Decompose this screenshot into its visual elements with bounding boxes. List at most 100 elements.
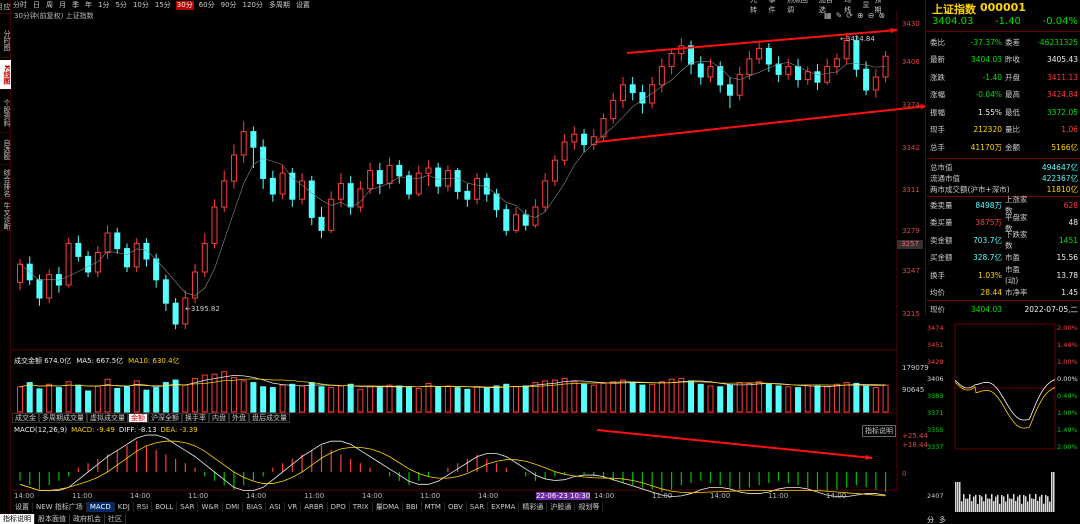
quote-panel: 上证指数 000001 3404.03 -1.40 -0.04% 委比 -37.3… <box>925 0 1080 315</box>
indicator-tab-21[interactable]: 精彩通 <box>519 501 548 512</box>
subtab-5[interactable]: 换手率 <box>182 413 209 423</box>
indicator-help-button[interactable]: 指标说明 <box>862 425 896 437</box>
volume-bar <box>162 382 169 413</box>
price-axis-label: 3311 <box>902 186 920 194</box>
volume-bar <box>55 387 62 413</box>
indicator-tab-20[interactable]: EXPMA <box>488 501 520 512</box>
indicator-tab-13[interactable]: DPO <box>328 501 350 512</box>
mini-axis-label: 1.00% <box>1057 409 1078 417</box>
indicator-tab-0[interactable]: 设置 <box>12 501 33 512</box>
volume-bar <box>299 385 306 413</box>
indicator-tab-10[interactable]: ASI <box>266 501 285 512</box>
status-tab-3[interactable]: 社区 <box>105 513 126 524</box>
mini-vol-bar <box>961 501 963 512</box>
period-11[interactable]: 60分 <box>198 1 216 10</box>
period-4[interactable]: 季 <box>71 1 80 10</box>
period-1[interactable]: 日 <box>32 1 41 10</box>
mini-intraday-chart[interactable]: 3474 3451 3429 3406 3383 3371 3355 3337 2.00% 1.4… <box>925 320 1080 524</box>
volume-bar <box>85 390 92 413</box>
subtab-1[interactable]: 多周期成交量 <box>39 413 87 423</box>
quote-row: 委买量 3875万 平盘家数 48 <box>930 213 1078 233</box>
candle <box>85 255 92 273</box>
candle <box>726 84 733 96</box>
period-3[interactable]: 月 <box>58 1 67 10</box>
subtab-0[interactable]: 成交金 <box>12 413 39 423</box>
subtab-4[interactable]: 沪深全额 <box>148 413 182 423</box>
time-axis-label: 14:00 <box>826 492 847 500</box>
indicator-tab-5[interactable]: BOLL <box>152 501 178 512</box>
period-12[interactable]: 90分 <box>220 1 238 10</box>
quote-label: 金额 <box>1005 142 1020 152</box>
indicator-tab-8[interactable]: DMI <box>223 501 244 512</box>
indicator-tab-3[interactable]: KDJ <box>115 501 134 512</box>
subtab-6[interactable]: 内盘 <box>209 413 229 423</box>
status-tab-0[interactable]: 指标说明 <box>0 513 35 524</box>
indicator-tab-11[interactable]: VR <box>285 501 302 512</box>
candle <box>824 66 831 83</box>
period-9[interactable]: 15分 <box>154 1 172 10</box>
sidebar-item-timeshare[interactable]: 分时图 <box>0 24 11 58</box>
sidebar-item-apps[interactable]: 应用 <box>0 0 11 14</box>
now-value: 3404.03 <box>970 304 1002 314</box>
indicator-tab-15[interactable]: 量DMA <box>373 501 403 512</box>
period-14[interactable]: 多周期 <box>268 1 291 10</box>
indicator-tab-9[interactable]: BIAS <box>243 501 267 512</box>
volume-bar <box>250 382 257 413</box>
candle <box>201 242 208 273</box>
indicator-tab-1[interactable]: NEW 指标广场 <box>33 501 87 512</box>
indicator-tab-12[interactable]: ARBR <box>301 501 328 512</box>
status-tab-1[interactable]: 股本面值 <box>35 513 70 524</box>
subtab-7[interactable]: 外盘 <box>229 413 249 423</box>
mini-vol-bar <box>1007 494 1009 512</box>
period-15[interactable]: 设置 <box>295 1 311 10</box>
volume-bar <box>425 382 432 413</box>
mini-avg-line <box>954 381 1056 429</box>
quote-row: 均价 28.44 市净率 1.45 <box>930 287 1078 299</box>
indicator-tab-14[interactable]: TRIX <box>350 501 373 512</box>
sidebar-item-watchlist[interactable]: 自选股 <box>0 135 11 165</box>
period-8[interactable]: 10分 <box>132 1 150 10</box>
volume-bar <box>104 378 111 413</box>
quote-label: 买金额 <box>930 253 953 262</box>
period-10[interactable]: 30分 <box>175 0 194 10</box>
indicator-tab-7[interactable]: W&R <box>198 501 223 512</box>
subtab-2[interactable]: 虚拟成交量 <box>87 413 128 423</box>
subtab-8[interactable]: 盘后成交量 <box>249 413 290 423</box>
toolbar-item-5[interactable]: 显 <box>863 0 870 10</box>
volume-bar <box>600 382 607 413</box>
sidebar-item-ranking[interactable]: 综合排名 <box>0 167 11 199</box>
candle <box>474 177 481 200</box>
indicator-tab-16[interactable]: BBI <box>403 501 422 512</box>
quote-value: 1.55% <box>978 107 1002 117</box>
sidebar-item-kline[interactable]: K线图 <box>0 60 11 90</box>
indicator-tab-19[interactable]: SAR <box>467 501 489 512</box>
status-tab-2[interactable]: 政府机会 <box>70 513 105 524</box>
indicator-tab-17[interactable]: MTM <box>422 501 445 512</box>
period-2[interactable]: 周 <box>45 1 54 10</box>
period-13[interactable]: 120分 <box>242 1 264 10</box>
sidebar-item-profile[interactable]: 个股资料 <box>0 93 11 133</box>
indicator-tab-23[interactable]: 规划等 <box>575 501 604 512</box>
sidebar-item-diagnosis[interactable]: 牛叉诊断 <box>0 201 11 231</box>
period-7[interactable]: 5分 <box>114 1 127 10</box>
period-5[interactable]: 年 <box>84 1 93 10</box>
subtab-3[interactable]: 金额 <box>128 413 148 423</box>
volume-bar <box>211 373 218 413</box>
volume-bar <box>561 377 568 413</box>
indicator-tab-6[interactable]: SAR <box>177 501 199 512</box>
indicator-tab-2[interactable]: MACD <box>86 501 115 512</box>
volume-bar <box>765 383 772 413</box>
quote-label: 市盈(动) <box>1005 265 1020 285</box>
indicator-tab-22[interactable]: 沪股通 <box>547 501 576 512</box>
period-6[interactable]: 1分 <box>97 1 110 10</box>
quote-row: 振幅 1.55% 最低 3372.05 <box>930 106 1078 118</box>
indicator-tab-18[interactable]: OBV <box>445 501 467 512</box>
period-0[interactable]: 分时 <box>12 1 28 10</box>
candle <box>571 133 578 143</box>
mini-axis-label: 0.00% <box>1057 375 1078 383</box>
candle <box>221 180 228 208</box>
indicator-tab-4[interactable]: RSI <box>134 501 153 512</box>
mini-axis-label: 1.00% <box>1057 358 1078 366</box>
mini-axis-label: 3371 <box>927 409 944 417</box>
volume-bar <box>571 381 578 413</box>
